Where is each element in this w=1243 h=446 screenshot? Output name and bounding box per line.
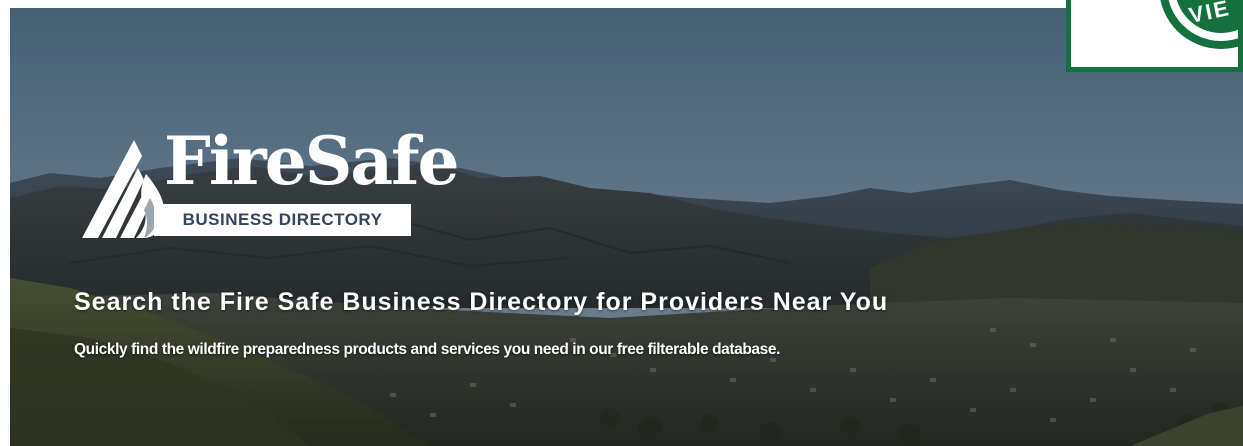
page: FireSafe BUSINESS DIRECTORY Search the F… — [0, 0, 1243, 446]
corner-badge[interactable]: VIE — [1066, 0, 1243, 72]
logo-wordmark: FireSafe — [164, 122, 460, 200]
logo-subtitle: BUSINESS DIRECTORY — [182, 210, 383, 229]
hero-banner: FireSafe BUSINESS DIRECTORY Search the F… — [10, 8, 1243, 446]
logo-subtitle-bar: BUSINESS DIRECTORY — [154, 204, 411, 236]
firesafe-logo[interactable]: FireSafe BUSINESS DIRECTORY — [74, 128, 460, 244]
hero-headline: Search the Fire Safe Business Directory … — [74, 288, 889, 316]
hero-subline: Quickly find the wildfire preparedness p… — [74, 341, 781, 358]
